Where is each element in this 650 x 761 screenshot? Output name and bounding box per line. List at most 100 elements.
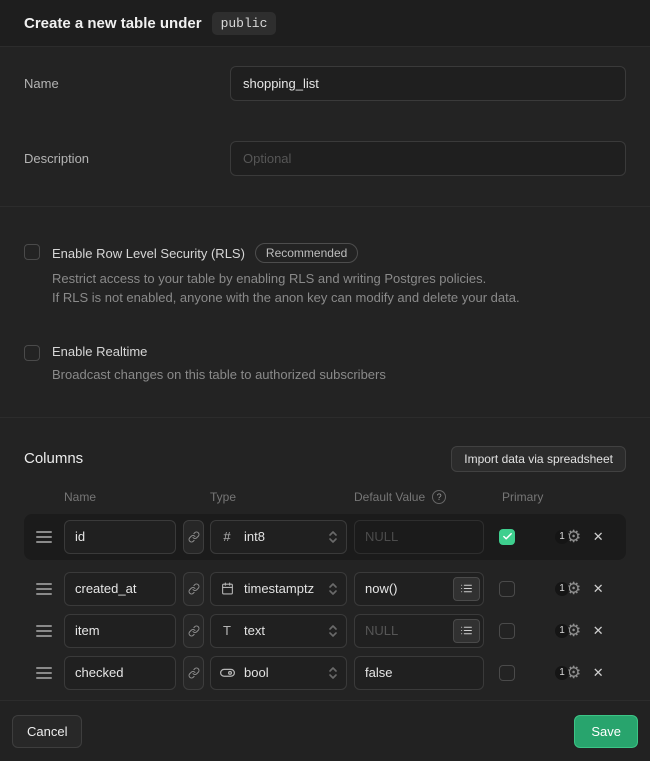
rls-description-line2: If RLS is not enabled, anyone with the a… — [52, 289, 520, 308]
panel-footer: Cancel Save — [0, 700, 650, 761]
table-row: bool 1 ⚙ ✕ — [24, 656, 626, 690]
drag-handle-icon[interactable] — [36, 531, 52, 543]
settings-count-badge: 1 — [555, 624, 569, 638]
column-header-primary: Primary — [502, 490, 543, 504]
rls-option: Enable Row Level Security (RLS) Recommen… — [24, 243, 626, 308]
column-type-label: int8 — [244, 529, 319, 544]
recommended-badge: Recommended — [255, 243, 358, 263]
import-spreadsheet-button[interactable]: Import data via spreadsheet — [451, 446, 626, 472]
column-header-default: Default Value ? — [354, 490, 502, 504]
table-description-input[interactable] — [230, 141, 626, 176]
close-icon: ✕ — [593, 623, 604, 639]
default-value-cell — [354, 656, 484, 690]
chevron-up-down-icon — [328, 624, 338, 638]
column-rows: # int8 1 ⚙ — [24, 514, 626, 690]
column-settings-button[interactable]: 1 ⚙ — [555, 580, 581, 597]
calendar-icon — [219, 582, 235, 595]
rls-description: Restrict access to your table by enablin… — [52, 270, 520, 308]
foreign-key-link-icon[interactable] — [183, 614, 204, 648]
column-type-label: timestamptz — [244, 581, 319, 596]
column-row-highlight: # int8 1 ⚙ — [24, 514, 626, 560]
columns-table-head: Name Type Default Value ? Primary — [24, 490, 626, 504]
suggested-values-list-icon[interactable] — [453, 577, 480, 601]
name-label: Name — [24, 76, 230, 91]
delete-column-button[interactable]: ✕ — [589, 664, 607, 682]
close-icon: ✕ — [593, 581, 604, 597]
column-settings-button[interactable]: 1 ⚙ — [555, 622, 581, 639]
delete-column-button[interactable]: ✕ — [589, 622, 607, 640]
column-name-input[interactable] — [64, 572, 176, 606]
realtime-description: Broadcast changes on this table to autho… — [52, 366, 386, 385]
column-header-default-label: Default Value — [354, 490, 425, 504]
schema-badge: public — [212, 12, 277, 35]
column-name-input[interactable] — [64, 520, 176, 554]
text-type-icon: T — [219, 623, 235, 638]
foreign-key-link-icon[interactable] — [183, 520, 204, 554]
cancel-button[interactable]: Cancel — [12, 715, 82, 748]
primary-checkbox[interactable] — [499, 665, 515, 681]
columns-header: Columns Import data via spreadsheet — [24, 446, 626, 472]
column-header-name: Name — [64, 490, 210, 504]
rls-checkbox[interactable] — [24, 244, 40, 260]
primary-checkbox[interactable] — [499, 623, 515, 639]
column-type-select[interactable]: T text — [210, 614, 347, 648]
help-circle-icon[interactable]: ? — [432, 490, 446, 504]
chevron-up-down-icon — [328, 666, 338, 680]
table-info-section: Name Description — [0, 47, 650, 207]
delete-column-button[interactable]: ✕ — [589, 580, 607, 598]
column-settings-button[interactable]: 1 ⚙ — [555, 528, 581, 545]
table-name-input[interactable] — [230, 66, 626, 101]
foreign-key-link-icon[interactable] — [183, 572, 204, 606]
delete-column-button[interactable]: ✕ — [589, 528, 607, 546]
realtime-description-line: Broadcast changes on this table to autho… — [52, 366, 386, 385]
default-value-cell — [354, 614, 484, 648]
default-value-input — [354, 520, 484, 554]
column-type-select[interactable]: timestamptz — [210, 572, 347, 606]
default-value-cell — [354, 520, 484, 554]
chevron-up-down-icon — [328, 530, 338, 544]
drag-handle-icon[interactable] — [36, 667, 52, 679]
table-options-section: Enable Row Level Security (RLS) Recommen… — [0, 207, 650, 418]
close-icon: ✕ — [593, 665, 604, 681]
name-row: Name — [24, 66, 626, 101]
close-icon: ✕ — [593, 529, 604, 545]
realtime-content: Enable Realtime Broadcast changes on thi… — [52, 344, 386, 385]
create-table-panel: Create a new table under public Name Des… — [0, 0, 650, 761]
column-name-input[interactable] — [64, 656, 176, 690]
column-type-select[interactable]: bool — [210, 656, 347, 690]
foreign-key-link-icon[interactable] — [183, 656, 204, 690]
hash-icon: # — [219, 529, 235, 544]
realtime-label: Enable Realtime — [52, 344, 147, 359]
toggle-icon — [219, 665, 235, 680]
rls-description-line1: Restrict access to your table by enablin… — [52, 270, 520, 289]
check-icon — [502, 531, 513, 542]
drag-handle-icon[interactable] — [36, 583, 52, 595]
description-label: Description — [24, 151, 230, 166]
panel-title: Create a new table under — [24, 15, 202, 32]
save-button[interactable]: Save — [574, 715, 638, 748]
table-row: T text 1 ⚙ ✕ — [24, 614, 626, 648]
column-settings-button[interactable]: 1 ⚙ — [555, 664, 581, 681]
primary-checkbox[interactable] — [499, 529, 515, 545]
column-header-type: Type — [210, 490, 354, 504]
default-value-cell — [354, 572, 484, 606]
column-type-label: bool — [244, 665, 319, 680]
realtime-title-row: Enable Realtime — [52, 344, 386, 359]
realtime-checkbox[interactable] — [24, 345, 40, 361]
column-type-select[interactable]: # int8 — [210, 520, 347, 554]
rls-label: Enable Row Level Security (RLS) — [52, 246, 245, 261]
default-value-input[interactable] — [354, 656, 484, 690]
drag-handle-icon[interactable] — [36, 625, 52, 637]
panel-header: Create a new table under public — [0, 0, 650, 47]
description-row: Description — [24, 141, 626, 176]
primary-checkbox[interactable] — [499, 581, 515, 597]
table-row: timestamptz 1 ⚙ ✕ — [24, 572, 626, 606]
table-row: # int8 1 ⚙ — [24, 520, 626, 554]
columns-heading: Columns — [24, 450, 83, 467]
column-name-input[interactable] — [64, 614, 176, 648]
settings-count-badge: 1 — [555, 666, 569, 680]
suggested-values-list-icon[interactable] — [453, 619, 480, 643]
realtime-option: Enable Realtime Broadcast changes on thi… — [24, 344, 626, 385]
columns-section: Columns Import data via spreadsheet Name… — [0, 418, 650, 700]
rls-content: Enable Row Level Security (RLS) Recommen… — [52, 243, 520, 308]
